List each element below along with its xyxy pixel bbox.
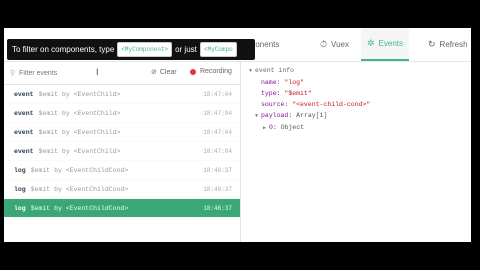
clear-button[interactable]: ⊘ Clear (151, 68, 177, 77)
event-time: 18:47:04 (203, 109, 232, 117)
event-name: log (14, 185, 26, 193)
event-time: 18:46:37 (203, 166, 232, 174)
tab-events[interactable]: ✲ Events (361, 28, 410, 61)
tab-vuex-label: Vuex (331, 40, 349, 49)
tooltip-code-1: <MyComponent> (117, 42, 173, 57)
recording-toggle[interactable]: Recording (190, 68, 232, 75)
event-name: event (14, 128, 34, 136)
event-name: event (14, 147, 34, 155)
detail-name-value: "log" (284, 79, 304, 86)
details-header[interactable]: ▼ event info (249, 65, 370, 77)
event-desc: $emit by <EventChildCond> (30, 166, 129, 174)
tooltip-text-1: To filter on components, type (12, 45, 115, 54)
tab-refresh-label: Refresh (439, 40, 468, 49)
event-name: event (14, 90, 34, 98)
filter-input[interactable] (19, 69, 100, 77)
detail-source-value: "<event-child-cond>" (292, 101, 371, 108)
event-name: event (14, 109, 34, 117)
event-desc: $emit by <EventChildCond> (30, 185, 129, 193)
event-name: log (14, 166, 26, 174)
tooltip-code-2: <MyCompo (199, 42, 237, 57)
detail-type-value: "$emit" (284, 90, 312, 97)
filter-box[interactable]: ⚲ (10, 68, 105, 78)
expand-right-icon: ▶ (263, 125, 267, 131)
event-desc: $emit by <EventChild> (38, 147, 121, 155)
event-desc: $emit by <EventChild> (38, 109, 121, 117)
event-row[interactable]: event $emit by <EventChild> 18:47:04 (4, 142, 240, 161)
event-time: 18:46:37 (203, 204, 232, 212)
clear-label: Clear (159, 68, 177, 76)
detail-item-key: 0: (269, 124, 277, 131)
event-row[interactable]: log $emit by <EventChildCond> 18:46:37 (4, 161, 240, 180)
recording-label: Recording (200, 68, 232, 75)
event-time: 18:47:04 (203, 147, 232, 155)
event-details: ▼ event info name: "log" type: "$emit" so… (249, 65, 370, 134)
expand-triangle-icon: ▼ (255, 113, 259, 119)
filter-tooltip: To filter on components, type <MyCompone… (7, 39, 255, 60)
detail-payload[interactable]: ▼ payload: Array[1] (255, 110, 370, 122)
detail-source: source: "<event-child-cond>" (261, 99, 370, 110)
tooltip-text-2: or just (175, 45, 197, 54)
events-icon: ✲ (367, 38, 375, 48)
clear-icon: ⊘ (151, 69, 157, 76)
event-time: 18:47:04 (203, 128, 232, 136)
detail-payload-value: Array[1] (296, 112, 328, 119)
event-time: 18:46:37 (203, 185, 232, 193)
devtools-panel: Components ⏱ Vuex ✲ Events ↻ Refresh ⚲ I… (4, 28, 471, 242)
event-row[interactable]: event $emit by <EventChild> 18:47:04 (4, 85, 240, 104)
event-name: log (14, 204, 26, 212)
events-toolbar: ⚲ I ⊘ Clear Recording (4, 61, 240, 85)
detail-name-key: name: (261, 79, 281, 86)
detail-type: type: "$emit" (261, 88, 370, 99)
collapse-triangle-icon: ▼ (249, 68, 253, 74)
event-desc: $emit by <EventChildCond> (30, 204, 129, 212)
detail-payload-key: payload: (261, 112, 293, 119)
detail-type-key: type: (261, 90, 281, 97)
record-icon (190, 68, 196, 75)
event-row[interactable]: event $emit by <EventChild> 18:47:04 (4, 123, 240, 142)
event-time: 18:47:04 (203, 90, 232, 98)
vuex-icon: ⏱ (320, 39, 328, 49)
tab-refresh[interactable]: ↻ Refresh (428, 28, 468, 61)
event-desc: $emit by <EventChild> (38, 90, 121, 98)
detail-name: name: "log" (261, 77, 370, 88)
search-icon: ⚲ (10, 70, 16, 77)
detail-payload-item[interactable]: ▶ 0: Object (263, 122, 370, 134)
details-header-label: event info (255, 67, 295, 74)
tab-vuex[interactable]: ⏱ Vuex (320, 28, 349, 61)
detail-source-key: source: (261, 101, 289, 108)
tooltip-code-1-text: <MyComponent> (121, 46, 169, 53)
pane-divider[interactable] (240, 61, 241, 242)
detail-item-value: Object (280, 124, 305, 131)
refresh-icon: ↻ (428, 39, 436, 49)
tooltip-code-2-text: <MyCompo (203, 46, 233, 53)
event-row[interactable]: log $emit by <EventChildCond> 18:46:37 (4, 180, 240, 199)
event-list: event $emit by <EventChild> 18:47:04 eve… (4, 85, 240, 218)
text-cursor-icon: I (96, 67, 99, 77)
event-row[interactable]: event $emit by <EventChild> 18:47:04 (4, 104, 240, 123)
tab-events-label: Events (378, 39, 404, 48)
event-desc: $emit by <EventChild> (38, 128, 121, 136)
event-row-selected[interactable]: log $emit by <EventChildCond> 18:46:37 (4, 199, 240, 218)
